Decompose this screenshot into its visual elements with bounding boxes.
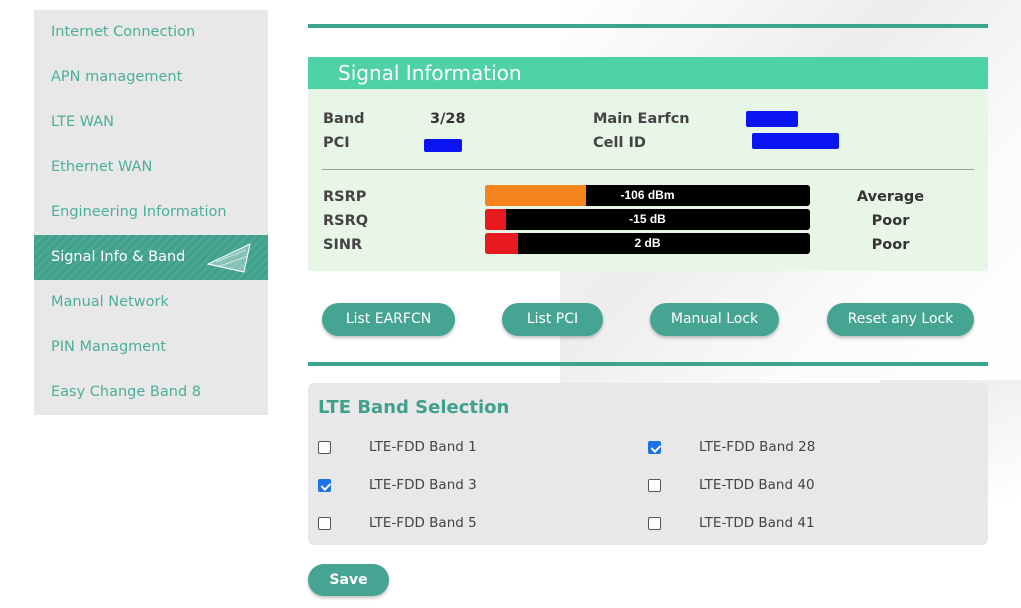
signal-information-title: Signal Information bbox=[308, 57, 988, 89]
sidebar-item-signal-info-band[interactable]: Signal Info & Band bbox=[34, 235, 268, 280]
rsrp-quality: Average bbox=[856, 189, 925, 205]
sidebar: Internet Connection APN management LTE W… bbox=[34, 10, 268, 415]
sinr-value: 2 dB bbox=[634, 236, 661, 250]
sidebar-item-easy-change-band-8[interactable]: Easy Change Band 8 bbox=[34, 370, 268, 415]
main-earfcn-value-redacted bbox=[746, 111, 798, 127]
band-label: Band bbox=[323, 111, 365, 127]
active-marker-icon bbox=[206, 243, 251, 273]
band-40-label: LTE-TDD Band 40 bbox=[699, 477, 815, 493]
list-earfcn-button[interactable]: List EARFCN bbox=[322, 303, 455, 336]
band-40-checkbox[interactable] bbox=[648, 479, 661, 492]
band-41-label: LTE-TDD Band 41 bbox=[699, 515, 815, 531]
band-value: 3/28 bbox=[430, 111, 466, 127]
band-41-checkbox[interactable] bbox=[648, 517, 661, 530]
band-1-label: LTE-FDD Band 1 bbox=[369, 439, 477, 455]
sinr-bar: 2 dB bbox=[485, 233, 810, 254]
sidebar-item-ethernet-wan[interactable]: Ethernet WAN bbox=[34, 145, 268, 190]
sidebar-item-apn-management[interactable]: APN management bbox=[34, 55, 268, 100]
rsrp-label: RSRP bbox=[323, 189, 367, 205]
pci-label: PCI bbox=[323, 135, 350, 151]
cell-id-label: Cell ID bbox=[593, 135, 646, 151]
cell-id-value-redacted bbox=[752, 133, 839, 149]
sidebar-item-lte-wan[interactable]: LTE WAN bbox=[34, 100, 268, 145]
band-5-checkbox[interactable] bbox=[318, 517, 331, 530]
band-28-label: LTE-FDD Band 28 bbox=[699, 439, 816, 455]
middle-divider bbox=[308, 362, 988, 366]
rsrp-value: -106 dBm bbox=[620, 188, 675, 202]
sidebar-item-engineering-information[interactable]: Engineering Information bbox=[34, 190, 268, 235]
rsrq-quality: Poor bbox=[871, 213, 910, 229]
band-3-checkbox[interactable] bbox=[318, 479, 331, 492]
band-selection-panel: LTE Band Selection LTE-FDD Band 1 LTE-FD… bbox=[308, 383, 988, 545]
top-divider bbox=[308, 24, 988, 28]
reset-lock-button[interactable]: Reset any Lock bbox=[827, 303, 974, 336]
sidebar-item-pin-management[interactable]: PIN Managment bbox=[34, 325, 268, 370]
band-3-label: LTE-FDD Band 3 bbox=[369, 477, 477, 493]
sidebar-item-manual-network[interactable]: Manual Network bbox=[34, 280, 268, 325]
pci-value-redacted bbox=[424, 139, 462, 152]
rsrq-label: RSRQ bbox=[323, 213, 369, 229]
sidebar-item-internet-connection[interactable]: Internet Connection bbox=[34, 10, 268, 55]
rsrq-bar: -15 dB bbox=[485, 209, 810, 230]
band-28-checkbox[interactable] bbox=[648, 441, 661, 454]
band-5-label: LTE-FDD Band 5 bbox=[369, 515, 477, 531]
save-button[interactable]: Save bbox=[308, 564, 389, 596]
sinr-label: SINR bbox=[323, 237, 363, 253]
rsrq-value: -15 dB bbox=[629, 212, 666, 226]
rsrp-bar: -106 dBm bbox=[485, 185, 810, 206]
main-earfcn-label: Main Earfcn bbox=[593, 111, 690, 127]
sinr-quality: Poor bbox=[871, 237, 910, 253]
sidebar-item-label: Signal Info & Band bbox=[51, 249, 186, 265]
band-selection-title: LTE Band Selection bbox=[318, 397, 510, 418]
manual-lock-button[interactable]: Manual Lock bbox=[650, 303, 779, 336]
band-1-checkbox[interactable] bbox=[318, 441, 331, 454]
list-pci-button[interactable]: List PCI bbox=[502, 303, 603, 336]
signal-separator bbox=[322, 169, 974, 170]
signal-information-panel: Signal Information Band 3/28 PCI Main Ea… bbox=[308, 57, 988, 271]
